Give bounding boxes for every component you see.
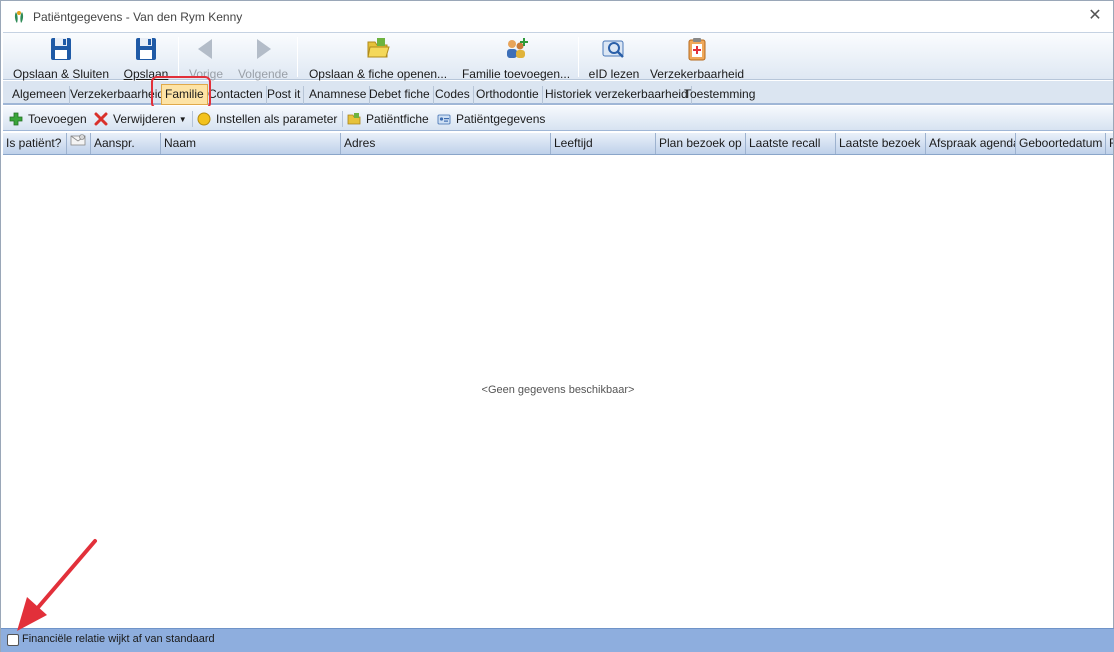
- eid-read-button[interactable]: eID lezen: [585, 35, 643, 81]
- patient-data-label: Patiëntgegevens: [456, 112, 546, 126]
- footer-bar: Financiële relatie wijkt af van standaar…: [1, 628, 1114, 652]
- coin-icon: [197, 112, 211, 126]
- add-family-button[interactable]: Familie toevoegen...: [458, 35, 574, 81]
- next-label: Volgende: [237, 67, 289, 81]
- tab-post-it[interactable]: Post it: [264, 86, 305, 104]
- column-adres[interactable]: Adres: [341, 133, 551, 154]
- toolbar-divider: [578, 37, 579, 77]
- add-button[interactable]: Toevoegen: [9, 110, 87, 128]
- title-bar: Patiëntgegevens - Van den Rym Kenny ✕: [1, 1, 1113, 32]
- family-add-icon: [503, 37, 529, 61]
- set-parameter-button[interactable]: Instellen als parameter: [197, 110, 337, 128]
- column-naam[interactable]: Naam: [161, 133, 341, 154]
- insurance-button[interactable]: Verzekerbaarheid: [647, 35, 747, 81]
- medical-clipboard-icon: [684, 37, 710, 61]
- tab-strip: Algemeen Verzekerbaarheid Familie Contac…: [3, 81, 1113, 105]
- window-title: Patiëntgegevens - Van den Rym Kenny: [33, 9, 243, 24]
- save-open-file-label: Opslaan & fiche openen...: [308, 67, 448, 81]
- action-bar: Toevoegen Verwijderen ▼ Instellen als pa…: [3, 106, 1113, 131]
- column-contact[interactable]: [67, 133, 91, 154]
- financial-relation-checkbox[interactable]: [7, 634, 19, 646]
- add-family-label: Familie toevoegen...: [461, 67, 571, 81]
- previous-label: Vorige: [188, 67, 224, 81]
- tab-algemeen[interactable]: Algemeen: [9, 86, 71, 104]
- empty-state-message: <Geen gegevens beschikbaar>: [481, 384, 635, 396]
- previous-button[interactable]: Vorige: [183, 35, 229, 81]
- patient-file-button[interactable]: Patiëntfiche: [347, 110, 429, 128]
- column-truncated[interactable]: F: [1106, 133, 1113, 154]
- envelope-icon: [70, 133, 86, 154]
- family-grid[interactable]: <Geen gegevens beschikbaar>: [3, 155, 1113, 627]
- save-close-button[interactable]: Opslaan & Sluiten: [11, 35, 111, 81]
- column-laatste-recall[interactable]: Laatste recall: [746, 133, 836, 154]
- save-close-label: Opslaan & Sluiten: [12, 67, 110, 81]
- floppy-disk-icon: [133, 37, 159, 61]
- column-aanspr[interactable]: Aanspr.: [91, 133, 161, 154]
- action-divider: [342, 111, 343, 127]
- column-laatste-bezoek[interactable]: Laatste bezoek: [836, 133, 926, 154]
- eid-read-label: eID lezen: [588, 67, 640, 81]
- open-folder-icon: [365, 37, 391, 61]
- add-label: Toevoegen: [28, 112, 87, 126]
- toolbar-divider: [178, 37, 179, 77]
- insurance-label: Verzekerbaarheid: [649, 67, 745, 81]
- remove-label: Verwijderen: [113, 112, 176, 126]
- plus-icon: [9, 112, 23, 126]
- tab-orthodontie[interactable]: Orthodontie: [473, 86, 543, 104]
- tab-familie[interactable]: Familie: [161, 84, 208, 105]
- patient-file-label: Patiëntfiche: [366, 112, 429, 126]
- id-card-search-icon: [601, 37, 627, 61]
- app-logo-icon: [11, 9, 27, 25]
- column-is-patient[interactable]: Is patiënt?: [3, 133, 67, 154]
- toolbar-divider: [297, 37, 298, 77]
- arrow-left-icon: [193, 37, 219, 61]
- tab-contacten[interactable]: Contacten: [205, 86, 267, 104]
- grid-header: Is patiënt? Aanspr. Naam Adres Leeftijd …: [3, 133, 1113, 155]
- floppy-disk-icon: [48, 37, 74, 61]
- tab-codes[interactable]: Codes: [432, 86, 474, 104]
- column-afspraak-agenda[interactable]: Afspraak agenda: [926, 133, 1016, 154]
- tab-toestemming[interactable]: Toestemming: [681, 86, 758, 104]
- column-plan-bezoek[interactable]: Plan bezoek op: [656, 133, 746, 154]
- arrow-right-icon: [250, 37, 276, 61]
- save-button[interactable]: Opslaan: [121, 35, 171, 81]
- column-geboortedatum[interactable]: Geboortedatum: [1016, 133, 1106, 154]
- action-divider: [192, 111, 193, 127]
- main-toolbar: Opslaan & Sluiten Opslaan Vorige Volgend…: [3, 32, 1113, 81]
- id-card-icon: [437, 112, 451, 126]
- save-open-file-button[interactable]: Opslaan & fiche openen...: [305, 35, 451, 81]
- patient-data-button[interactable]: Patiëntgegevens: [437, 110, 545, 128]
- patient-data-window: Patiëntgegevens - Van den Rym Kenny ✕ Op…: [0, 0, 1114, 652]
- folder-icon: [347, 112, 361, 126]
- set-parameter-label: Instellen als parameter: [216, 112, 338, 126]
- close-icon[interactable]: ✕: [1085, 6, 1105, 26]
- delete-x-icon: [94, 112, 108, 126]
- column-leeftijd[interactable]: Leeftijd: [551, 133, 656, 154]
- dropdown-caret-icon[interactable]: ▼: [179, 115, 187, 124]
- tab-historiek-verzekerbaarheid[interactable]: Historiek verzekerbaarheid: [542, 86, 692, 104]
- tab-anamnese[interactable]: Anamnese: [306, 86, 371, 104]
- financial-relation-label: Financiële relatie wijkt af van standaar…: [22, 633, 215, 645]
- remove-button[interactable]: Verwijderen ▼: [94, 110, 187, 128]
- save-label: Opslaan: [123, 67, 169, 81]
- tab-verzekerbaarheid[interactable]: Verzekerbaarheid: [67, 86, 169, 104]
- next-button[interactable]: Volgende: [235, 35, 291, 81]
- tab-debet-fiche[interactable]: Debet fiche: [366, 86, 434, 104]
